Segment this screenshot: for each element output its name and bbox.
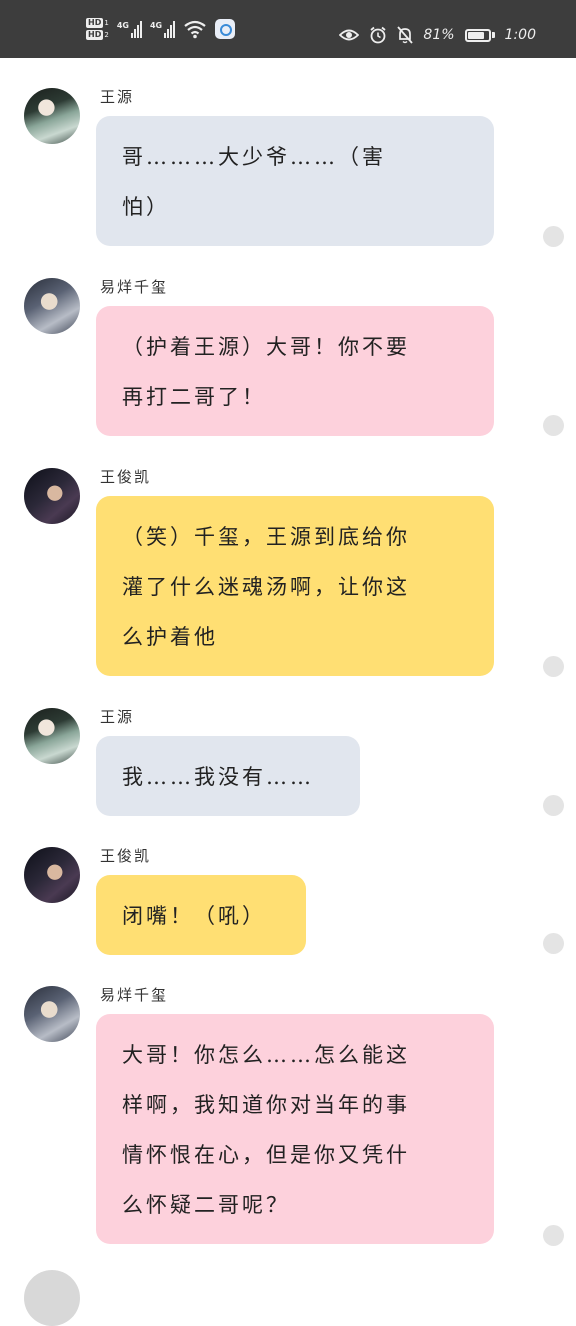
message-line: 哥………大少爷……（害 (122, 145, 386, 169)
message-line: （护着王源）大哥！你不要 (122, 335, 410, 359)
hd-label: HD (86, 18, 104, 28)
select-circle[interactable] (543, 226, 564, 247)
select-circle[interactable] (543, 1225, 564, 1246)
message-line: 再打二哥了！ (122, 385, 266, 409)
avatar-wangjunkai[interactable] (24, 847, 80, 903)
message-line: （笑）千玺，王源到底给你 (122, 525, 410, 549)
alarm-icon (370, 26, 386, 44)
message-bubble[interactable]: 哥………大少爷……（害 怕） (96, 116, 494, 246)
sender-name: 王俊凯 (100, 847, 152, 865)
sender-name: 王源 (100, 708, 135, 726)
message-bubble[interactable]: （笑）千玺，王源到底给你 灌了什么迷魂汤啊，让你这 么护着他 (96, 496, 494, 676)
hd-number: 2 (104, 31, 109, 39)
avatar-wangyuan[interactable] (24, 88, 80, 144)
hd-number: 1 (104, 19, 109, 27)
message-line: 我……我没有…… (122, 765, 314, 789)
avatar-wangjunkai[interactable] (24, 468, 80, 524)
clock: 1:00 (504, 27, 536, 43)
hd-badge-1: HD 1 (86, 18, 109, 28)
sender-name: 易烊千玺 (100, 278, 169, 296)
message-line: 么护着他 (122, 625, 218, 649)
select-circle[interactable] (543, 415, 564, 436)
bell-off-icon (397, 26, 414, 44)
signal-icon: 4G (116, 20, 142, 38)
hd-label: HD (86, 30, 104, 40)
app-notification-icon (215, 19, 236, 39)
select-circle[interactable] (543, 656, 564, 677)
message-line: 情怀恨在心，但是你又凭什 (122, 1143, 410, 1167)
message-line: 闭嘴！（吼） (122, 904, 266, 928)
status-right: 81% 1:00 (339, 26, 536, 44)
signal-icon: 4G (149, 20, 176, 38)
network-type: 4G (116, 20, 129, 30)
sender-name: 王俊凯 (100, 468, 152, 486)
message-line: 大哥！你怎么……怎么能这 (122, 1043, 410, 1067)
avatar-yiyangqianxi[interactable] (24, 278, 80, 334)
eye-icon (339, 29, 360, 41)
hd-badge-2: HD 2 (86, 30, 109, 40)
message-line: 样啊，我知道你对当年的事 (122, 1093, 410, 1117)
message-bubble[interactable]: （护着王源）大哥！你不要 再打二哥了！ (96, 306, 494, 436)
avatar-yiyangqianxi[interactable] (24, 986, 80, 1042)
sender-name: 易烊千玺 (100, 986, 169, 1004)
hd-indicators: HD 1 HD 2 (86, 18, 109, 40)
message-bubble[interactable]: 闭嘴！（吼） (96, 875, 306, 955)
avatar (24, 1270, 80, 1326)
battery-icon (464, 28, 495, 42)
status-bar: HD 1 HD 2 4G 4G 81% 1:00 (0, 0, 576, 58)
select-circle[interactable] (543, 795, 564, 816)
sender-name: 王源 (100, 88, 135, 106)
message-line: 么怀疑二哥呢？ (122, 1193, 290, 1217)
message-line: 怕） (122, 195, 170, 219)
status-left: HD 1 HD 2 4G 4G (86, 18, 236, 40)
wifi-icon (184, 20, 206, 39)
avatar-wangyuan[interactable] (24, 708, 80, 764)
select-circle[interactable] (543, 933, 564, 954)
message-line: 灌了什么迷魂汤啊，让你这 (122, 575, 410, 599)
message-bubble[interactable]: 我……我没有…… (96, 736, 360, 816)
message-bubble[interactable]: 大哥！你怎么……怎么能这 样啊，我知道你对当年的事 情怀恨在心，但是你又凭什 么怀疑二… (96, 1014, 494, 1244)
battery-percent: 81% (423, 27, 455, 43)
network-type: 4G (149, 20, 163, 30)
